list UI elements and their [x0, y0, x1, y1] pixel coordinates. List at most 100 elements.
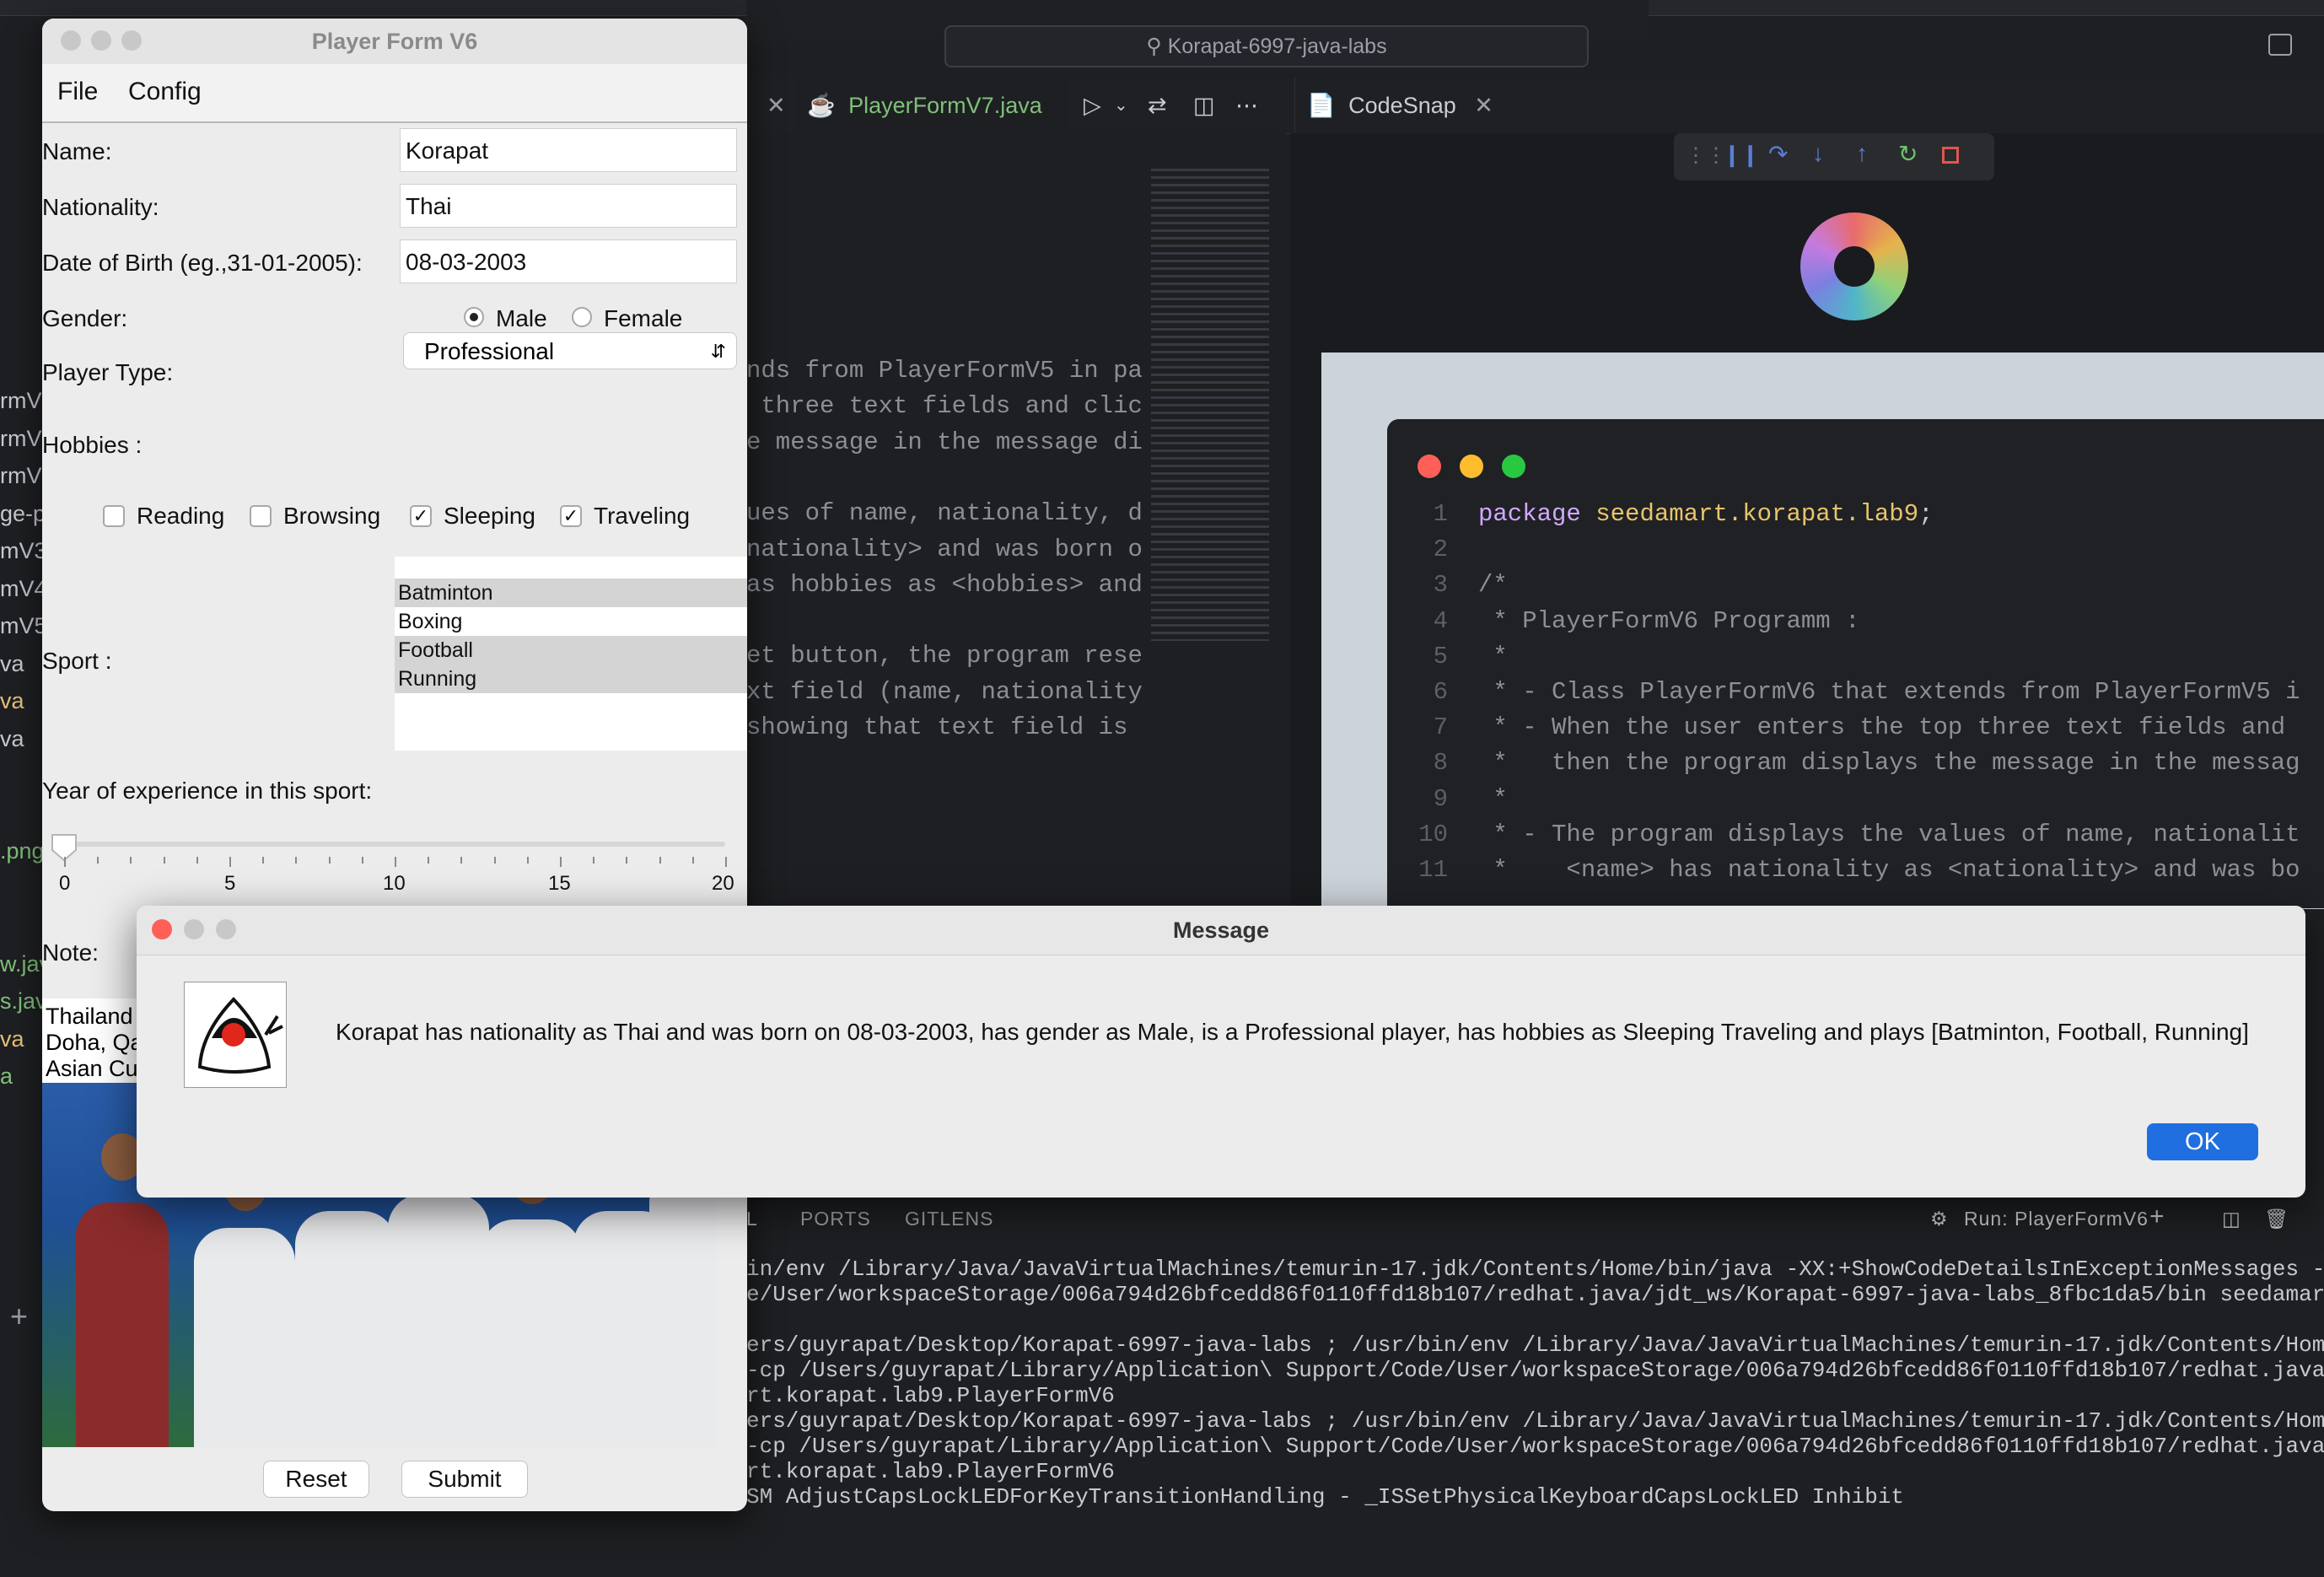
hobby-sleeping-checkbox[interactable]: ✓ — [410, 505, 432, 527]
terminal-line: ers/guyrapat/Desktop/Korapat-6997-java-l… — [746, 1408, 2324, 1434]
code-text: * then the program displays the message … — [1478, 749, 2300, 778]
experience-label: Year of experience in this sport: — [42, 778, 373, 804]
explorer-item[interactable]: mV5 — [0, 613, 47, 639]
dob-field[interactable]: 08-03-2003 — [400, 240, 737, 283]
tab-playerformv7[interactable]: ☕ PlayerFormV7.java U — [797, 78, 1067, 174]
step-out-icon[interactable]: ↑ — [1856, 140, 1868, 167]
hobby-traveling-checkbox[interactable]: ✓ — [560, 505, 582, 527]
name-field[interactable]: Korapat — [400, 128, 737, 172]
close-icon[interactable]: ✕ — [1474, 93, 1493, 118]
trash-icon[interactable]: 🗑 — [2264, 1208, 2289, 1230]
close-dot-icon — [1418, 455, 1441, 478]
gender-male-radio[interactable] — [464, 307, 484, 327]
player-type-select[interactable]: Professional ⇵ — [403, 332, 737, 369]
split-terminal-icon[interactable]: ◫ — [2222, 1208, 2241, 1230]
sport-list-item[interactable]: Batminton — [395, 579, 747, 607]
gender-male-label: Male — [496, 305, 547, 331]
explorer-item[interactable]: a — [0, 1063, 13, 1090]
player-figure — [295, 1211, 396, 1447]
explorer-item[interactable]: rmV — [0, 426, 42, 452]
line-number: 2 — [1433, 536, 1448, 564]
chevron-down-icon[interactable]: ⌄ — [1114, 78, 1128, 133]
explorer-item[interactable]: rmV — [0, 388, 42, 414]
explorer-item[interactable]: .png — [0, 838, 45, 864]
nationality-field[interactable]: Thai — [400, 184, 737, 228]
tab-terminal[interactable]: L — [746, 1208, 758, 1230]
dob-label: Date of Birth (eg.,31-01-2005): — [42, 250, 363, 276]
split-editor-icon[interactable]: ◫ — [1193, 78, 1215, 133]
run-icon[interactable]: ▷ — [1084, 78, 1101, 133]
more-icon[interactable]: ⋯ — [1235, 78, 1258, 133]
step-over-icon[interactable]: ↷ — [1768, 140, 1788, 168]
hobby-reading-checkbox[interactable] — [103, 505, 125, 527]
line-number: 7 — [1433, 713, 1448, 742]
slider-tick — [295, 857, 298, 864]
layout-toggle-icon[interactable] — [2268, 34, 2292, 56]
drag-handle-icon[interactable]: ⋮⋮ — [1686, 143, 1726, 168]
explorer-item[interactable]: mV3 — [0, 538, 47, 564]
slider-tick — [725, 857, 727, 867]
dialog-titlebar[interactable]: Message — [137, 906, 2305, 955]
submit-button[interactable]: Submit — [401, 1461, 528, 1498]
slider-tick — [560, 857, 562, 867]
dialog-title: Message — [1172, 918, 1270, 943]
code-text: /* — [1478, 571, 1508, 600]
tab-gitlens[interactable]: GITLENS — [905, 1208, 993, 1230]
gender-female-label: Female — [604, 305, 683, 331]
slider-label: 0 — [59, 872, 71, 895]
code-text: * — [1478, 642, 1508, 670]
add-icon[interactable]: + — [2149, 1203, 2165, 1231]
experience-slider-track[interactable] — [64, 842, 725, 847]
editor-line: et button, the program rese — [746, 642, 1143, 670]
add-icon[interactable]: + — [10, 1299, 28, 1334]
menu-config[interactable]: Config — [128, 78, 202, 106]
nationality-label: Nationality: — [42, 194, 159, 220]
explorer-item[interactable]: va — [0, 1026, 24, 1052]
codesnap-logo-center — [1834, 246, 1875, 287]
editor-line: showing that text field is — [746, 713, 1128, 741]
ide-search-box[interactable]: ⚲ Korapat-6997-java-labs — [944, 25, 1589, 67]
code-text: * PlayerFormV6 Programm : — [1478, 606, 1860, 635]
restart-icon[interactable]: ↻ — [1898, 140, 1918, 168]
pause-icon[interactable]: ❙❙ — [1723, 142, 1760, 168]
explorer-item[interactable]: s.jav — [0, 988, 47, 1015]
explorer-item[interactable]: ge-p — [0, 501, 46, 527]
tab-label: CodeSnap — [1348, 93, 1456, 118]
sport-list-item[interactable]: Football — [395, 636, 747, 665]
slider-tick — [328, 857, 331, 864]
step-into-icon[interactable]: ↓ — [1812, 140, 1824, 167]
explorer-item[interactable]: rmV — [0, 463, 42, 489]
run-config-label[interactable]: Run: PlayerFormV6 — [1964, 1208, 2149, 1230]
explorer-item[interactable]: va — [0, 726, 24, 752]
codesnap-line: 7 * - When the user enters the top three… — [1387, 713, 2286, 742]
sport-list-item[interactable]: Running — [395, 665, 747, 693]
compare-icon[interactable]: ⇄ — [1148, 78, 1167, 133]
slider-tick — [460, 857, 463, 864]
line-number: 10 — [1418, 820, 1448, 848]
ok-button[interactable]: OK — [2147, 1123, 2258, 1160]
message-dialog: Message Korapat has nationality as Thai … — [137, 906, 2305, 1198]
explorer-item[interactable]: mV4 — [0, 576, 47, 602]
sport-list-item[interactable]: Boxing — [395, 607, 747, 636]
menu-file[interactable]: File — [57, 78, 98, 106]
tab-codesnap[interactable]: 📄 CodeSnap ✕ — [1294, 78, 1514, 133]
sport-list[interactable]: Batminton Boxing Football Running — [395, 557, 747, 751]
hobby-browsing-checkbox[interactable] — [250, 505, 272, 527]
slider-label: 15 — [548, 872, 571, 895]
sport-label: Sport : — [42, 648, 112, 674]
gender-female-radio[interactable] — [572, 307, 592, 327]
stop-icon[interactable] — [1942, 147, 1959, 164]
explorer-item[interactable]: va — [0, 688, 24, 714]
tab-ports[interactable]: PORTS — [800, 1208, 871, 1230]
close-icon[interactable]: ✕ — [767, 78, 786, 133]
editor-line: xt field (name, nationality — [746, 677, 1143, 706]
chevron-updown-icon: ⇵ — [710, 341, 726, 362]
file-icon: 📄 — [1307, 93, 1336, 118]
form-titlebar[interactable]: Player Form V6 — [42, 19, 747, 64]
terminal-line: rt.korapat.lab9.PlayerFormV6 — [746, 1383, 1115, 1408]
explorer-item[interactable]: va — [0, 651, 24, 677]
reset-button[interactable]: Reset — [263, 1461, 369, 1498]
minimap[interactable] — [1151, 169, 1269, 641]
slider-tick — [229, 857, 231, 867]
line-number: 4 — [1433, 606, 1448, 635]
